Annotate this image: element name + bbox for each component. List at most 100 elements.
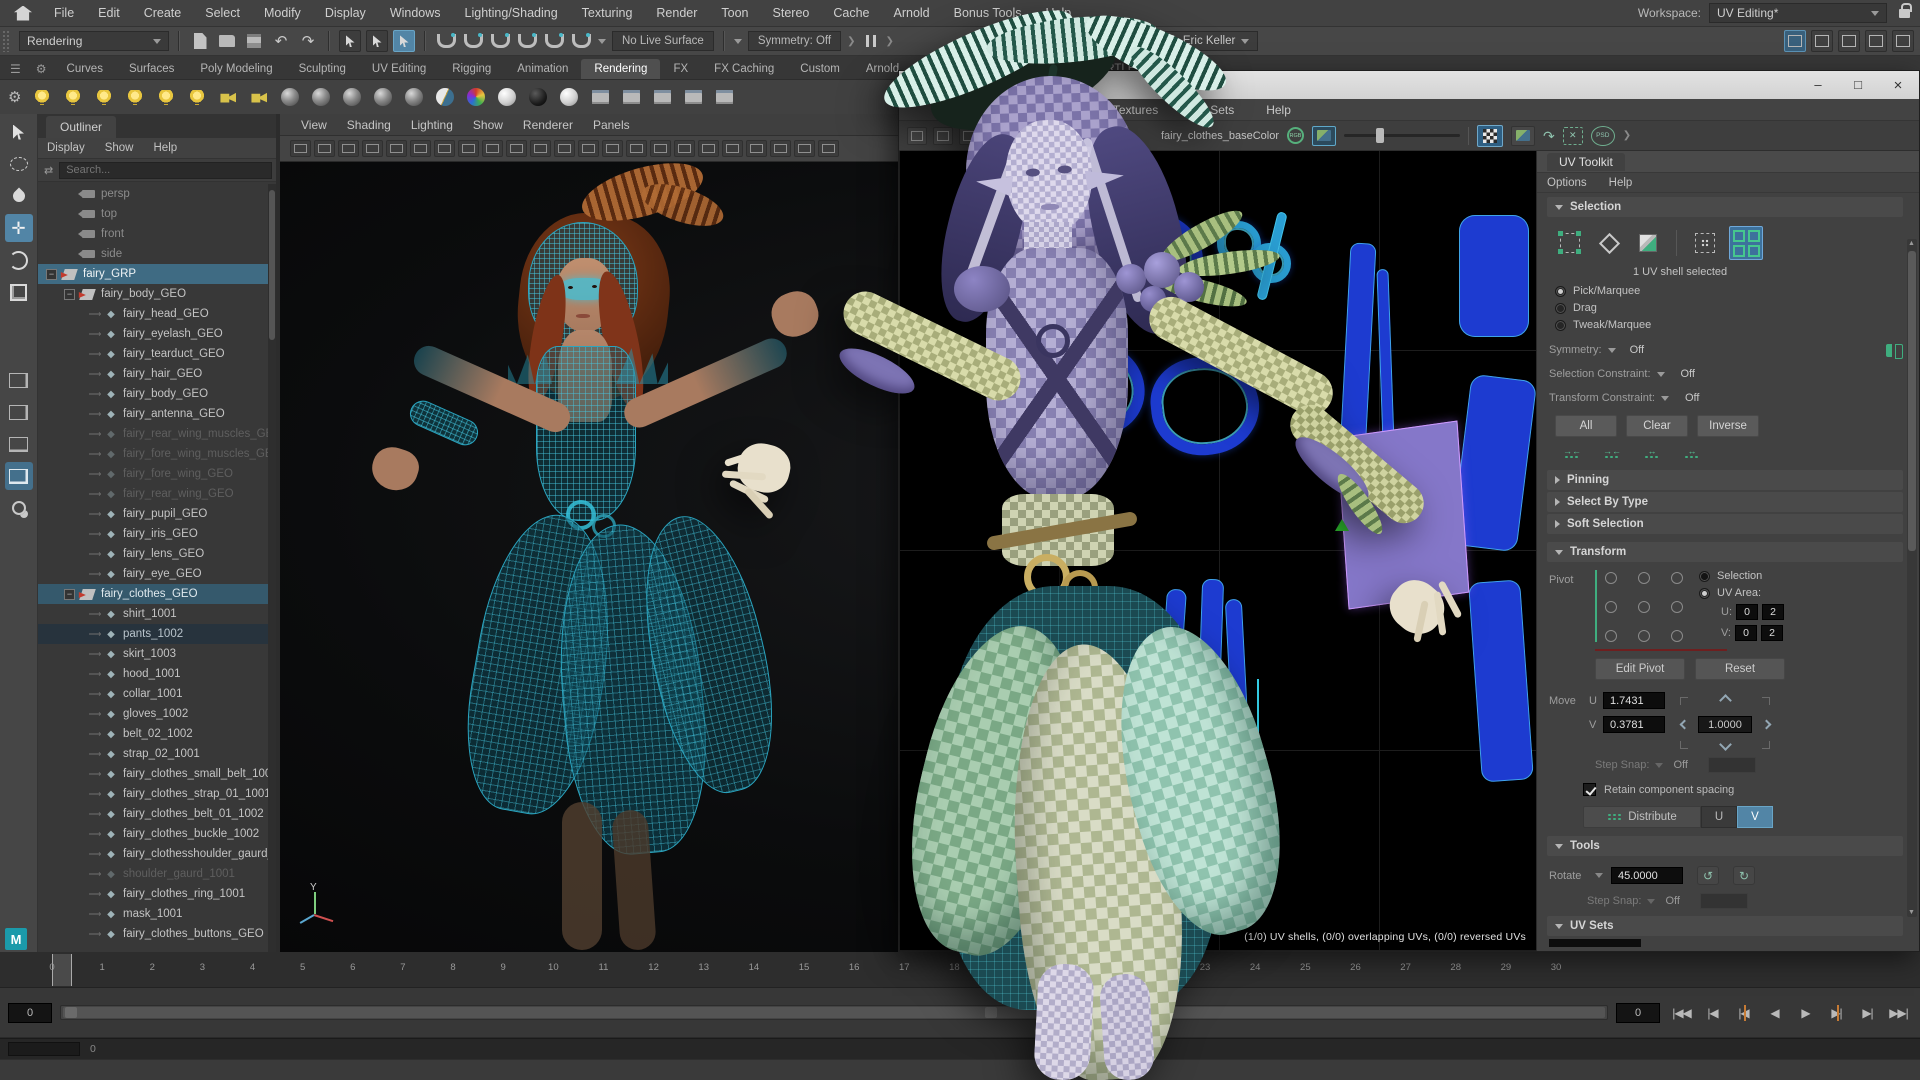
- range-start-field[interactable]: 0: [8, 1003, 52, 1023]
- shelf-tab-uv-editing[interactable]: UV Editing: [359, 59, 439, 79]
- outliner-row-fairy-grp[interactable]: fairy_GRP: [38, 264, 276, 284]
- camera-attributes-icon[interactable]: [338, 140, 359, 157]
- textured-mode-icon[interactable]: [674, 140, 695, 157]
- ambient-light-icon[interactable]: [123, 85, 147, 109]
- menu-arnold[interactable]: Arnold: [882, 0, 942, 26]
- range-slider[interactable]: [60, 1005, 1608, 1020]
- go-to-start-button[interactable]: |◀◀: [1668, 1001, 1695, 1025]
- safe-title-icon[interactable]: [602, 140, 623, 157]
- user-account-chip[interactable]: Eric Keller: [1156, 31, 1258, 51]
- paint-select-tool[interactable]: [5, 182, 33, 210]
- outliner-row-fairy-clothes-ring-1001[interactable]: fairy_clothes_ring_1001: [38, 884, 276, 904]
- toolkit-menu-options[interactable]: Options: [1537, 177, 1597, 189]
- volume-light-icon[interactable]: [185, 85, 209, 109]
- move-left-arrow[interactable]: [1679, 720, 1689, 730]
- image-plane-icon[interactable]: [386, 140, 407, 157]
- menu-modify[interactable]: Modify: [252, 0, 313, 26]
- select-tool[interactable]: [5, 118, 33, 146]
- menu-edit[interactable]: Edit: [86, 0, 132, 26]
- render-camera-icon[interactable]: [216, 85, 240, 109]
- outliner-row-fairy-clothes-belt-01-1002[interactable]: fairy_clothes_belt_01_1002: [38, 804, 276, 824]
- outliner-scrollbar[interactable]: [268, 184, 276, 952]
- maximize-button[interactable]: [1851, 78, 1865, 93]
- distribute-u-icon[interactable]: ↔: [1637, 444, 1667, 462]
- move-v-field[interactable]: 0.3781: [1603, 716, 1665, 733]
- shelf-tab-rigging[interactable]: Rigging: [439, 59, 504, 79]
- uv-shell-rect[interactable]: [1459, 215, 1529, 337]
- outliner-row-hood-1001[interactable]: hood_1001: [38, 664, 276, 684]
- snap-live-icon[interactable]: [570, 30, 592, 52]
- uv-editor-menu-edit[interactable]: Edit: [923, 103, 972, 117]
- lasso-select-tool[interactable]: [5, 150, 33, 178]
- uv-canvas[interactable]: (1/0) UV shells, (0/0) overlapping UVs, …: [899, 151, 1537, 951]
- uv-editor-menu-view[interactable]: View: [976, 103, 1030, 117]
- redo-icon[interactable]: ↷: [297, 30, 319, 52]
- step-forward-key-button[interactable]: ▶|: [1823, 1001, 1850, 1025]
- attribute-editor-toggle-icon[interactable]: [1838, 30, 1860, 52]
- u-min-field[interactable]: 0: [1736, 604, 1758, 620]
- menu-help[interactable]: Help: [1034, 0, 1084, 26]
- rgb-channels-icon[interactable]: RGB: [1287, 127, 1304, 144]
- distribute-u-toggle[interactable]: U: [1701, 806, 1737, 828]
- symmetry-field[interactable]: Symmetry: Off: [748, 31, 841, 51]
- shelf-gear-icon[interactable]: ⚙: [28, 62, 53, 79]
- chevron-down-icon[interactable]: [1608, 348, 1616, 353]
- outliner-row-shoulder-gaurd-1001[interactable]: shoulder_gaurd_1001: [38, 864, 276, 884]
- collapse-arrow-icon[interactable]: ❯: [886, 36, 894, 47]
- outliner-row-strap-02-1001[interactable]: strap_02_1001: [38, 744, 276, 764]
- selection-section-header[interactable]: Selection: [1547, 197, 1903, 217]
- outliner-row-fairy-rear-wing-muscles-geo[interactable]: fairy_rear_wing_muscles_GEO: [38, 424, 276, 444]
- rotate-tool[interactable]: [5, 246, 33, 274]
- chevron-down-icon[interactable]: [1655, 763, 1663, 768]
- menu-stereo[interactable]: Stereo: [761, 0, 822, 26]
- uv-shell-selected[interactable]: [1337, 421, 1470, 610]
- maya-badge-icon[interactable]: M: [5, 928, 27, 950]
- uv-sets-section-header[interactable]: UV Sets: [1547, 916, 1903, 936]
- menu-toon[interactable]: Toon: [709, 0, 760, 26]
- marquee-select-icon[interactable]: [1690, 228, 1720, 258]
- channel-box-toggle-icon[interactable]: [1892, 30, 1914, 52]
- ipr-render-icon[interactable]: [619, 85, 643, 109]
- directional-light-icon[interactable]: [92, 85, 116, 109]
- uv-editor-menu-image[interactable]: Image: [1033, 103, 1094, 117]
- character-controls-icon[interactable]: [1811, 30, 1833, 52]
- uv-shell-strip[interactable]: [1155, 589, 1187, 762]
- lights-mode-icon[interactable]: [698, 140, 719, 157]
- v-min-field[interactable]: 0: [1735, 625, 1757, 641]
- pivot-radio[interactable]: [1671, 601, 1683, 613]
- shelf-tab-custom[interactable]: Custom: [787, 59, 853, 79]
- outliner-menu-help[interactable]: Help: [145, 142, 187, 154]
- shelf-tab-animation[interactable]: Animation: [504, 59, 581, 79]
- pivot-radio[interactable]: [1638, 601, 1650, 613]
- bookmarks-icon[interactable]: [362, 140, 383, 157]
- rotate-ccw-icon[interactable]: ↺: [1697, 866, 1719, 885]
- grease-pencil-icon[interactable]: [434, 140, 455, 157]
- outliner-row-fairy-head-geo[interactable]: fairy_head_GEO: [38, 304, 276, 324]
- selection-constraint-value[interactable]: Off: [1681, 368, 1695, 380]
- anti-aliasing-icon[interactable]: [770, 140, 791, 157]
- filter-icon[interactable]: ⇄: [42, 164, 55, 177]
- outliner-menu-show[interactable]: Show: [96, 142, 143, 154]
- v-max-field[interactable]: 2: [1761, 625, 1783, 641]
- pivot-radio[interactable]: [1671, 572, 1683, 584]
- toolkit-menu-help[interactable]: Help: [1599, 177, 1643, 189]
- pause-icon[interactable]: [866, 35, 876, 47]
- pivot-radio[interactable]: [1605, 572, 1617, 584]
- field-chart-icon[interactable]: [554, 140, 575, 157]
- vertex-select-mode-icon[interactable]: [1594, 228, 1624, 258]
- outliner-row-gloves-1002[interactable]: gloves_1002: [38, 704, 276, 724]
- symmetry-mirror-icon[interactable]: [1886, 344, 1903, 357]
- blinn-material-icon[interactable]: [309, 85, 333, 109]
- symmetry-value[interactable]: Off: [1630, 344, 1644, 356]
- workspace-lock-icon[interactable]: [1899, 9, 1910, 18]
- uv-shell-strip[interactable]: [1339, 242, 1376, 455]
- outliner-row-fairy-clothes-small-belt-1002[interactable]: fairy_clothes_small_belt_1002: [38, 764, 276, 784]
- chevron-down-icon[interactable]: [598, 39, 606, 44]
- uv-grid-icon[interactable]: [933, 127, 953, 145]
- mode-radio-2[interactable]: Tweak/Marquee: [1555, 318, 1903, 332]
- menu-create[interactable]: Create: [132, 0, 194, 26]
- outliner-search-input[interactable]: [59, 162, 272, 179]
- xray-mode-icon[interactable]: [794, 140, 815, 157]
- area-light-icon[interactable]: [154, 85, 178, 109]
- outliner-row-fairy-rear-wing-geo[interactable]: fairy_rear_wing_GEO: [38, 484, 276, 504]
